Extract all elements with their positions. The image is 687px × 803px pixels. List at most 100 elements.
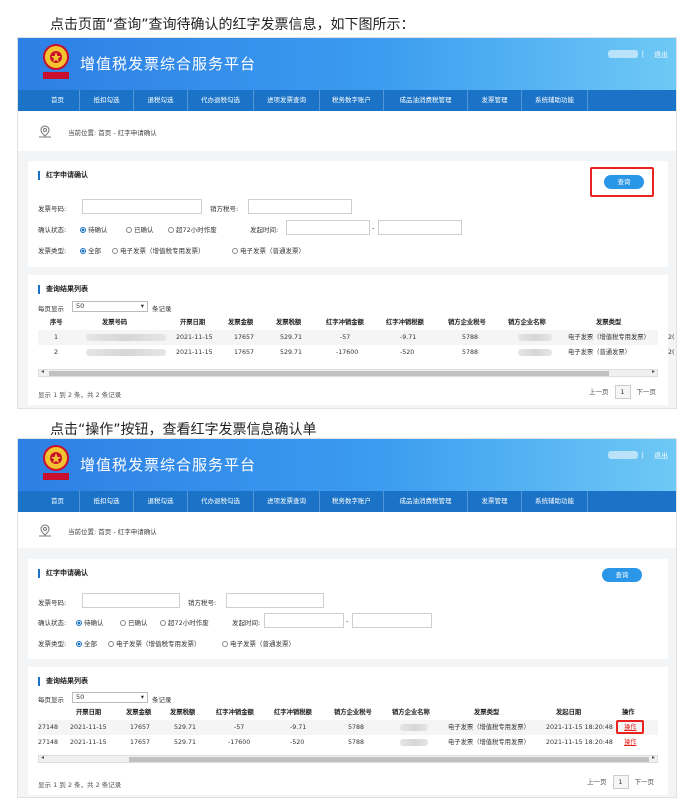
user-name-blur [607, 451, 638, 459]
status-label: 确认状态: [38, 619, 67, 627]
nav-item-invoice-mgmt[interactable]: 发票管理 [468, 491, 522, 512]
prev-page-button[interactable]: 上一页 [589, 388, 609, 396]
col-header: 开票日期 [180, 319, 206, 326]
status-option-pending[interactable]: 待确认 [76, 617, 104, 627]
status-option-expired-label: 超72小时作废 [176, 226, 217, 234]
type-option-special[interactable]: 电子发票（增值税专用发票） [112, 245, 205, 255]
cell-invoice-type: 电子发票（增值税专用发票） [448, 724, 530, 731]
col-header: 发起日期 [556, 709, 582, 716]
col-header: 发票税额 [170, 709, 196, 716]
cell-invoice-no-tail: 27148 [38, 739, 59, 746]
page-size-select[interactable]: 50 ▾ [72, 301, 148, 312]
nav-item-digital-account[interactable]: 税务数字账户 [320, 491, 384, 512]
operate-link[interactable]: 操作 [624, 735, 637, 750]
type-option-all[interactable]: 全部 [80, 245, 101, 255]
logout-link[interactable]: 退出 [654, 451, 668, 461]
col-header: 操作 [622, 709, 635, 716]
status-label: 确认状态: [38, 226, 67, 234]
start-date-from[interactable] [286, 220, 370, 235]
nav-item-agent-refund[interactable]: 代办退税勾选 [188, 90, 254, 111]
start-date-from[interactable] [264, 613, 344, 628]
status-option-pending[interactable]: 待确认 [80, 224, 108, 234]
type-option-normal[interactable]: 电子发票（普通发票） [222, 638, 295, 648]
breadcrumb: 当前位置: 首页 - 红字申请确认 [18, 512, 676, 548]
status-option-confirmed-label: 已确认 [128, 619, 148, 627]
prev-page-button[interactable]: 上一页 [587, 778, 607, 786]
col-header: 销方企业名称 [392, 709, 430, 716]
results-panel: 查询结果列表 每页显示 50 ▾ 条记录 序号 发票号码 开票日期 发票金额 发票… [28, 275, 674, 405]
status-option-confirmed-label: 已确认 [134, 226, 154, 234]
nav-item-system-aux[interactable]: 系统辅助功能 [522, 491, 588, 512]
invoice-no-input[interactable] [82, 199, 202, 214]
next-page-button[interactable]: 下一页 [637, 388, 657, 396]
results-panel: 查询结果列表 每页显示 50 ▾ 条记录 开票日期 发票金额 发票税额 红字冲销金… [28, 667, 668, 795]
type-option-normal-label: 电子发票（普通发票） [230, 640, 295, 648]
start-date-to[interactable] [352, 613, 432, 628]
status-option-confirmed[interactable]: 已确认 [120, 617, 148, 627]
scrollbar-thumb[interactable] [129, 757, 649, 762]
page-size-value: 50 [76, 302, 85, 310]
cell-overflow: 2( [668, 349, 675, 356]
status-option-expired[interactable]: 超72小时作废 [160, 617, 209, 627]
type-option-special[interactable]: 电子发票（增值税专用发票） [108, 638, 201, 648]
invoice-no-label: 发票号码: [38, 599, 67, 607]
horizontal-scrollbar[interactable]: ◂ ▸ [38, 368, 658, 377]
status-option-pending-label: 待确认 [84, 619, 104, 627]
nav-item-agent-refund[interactable]: 代办退税勾选 [188, 491, 254, 512]
site-title: 增值税发票综合服务平台 [80, 456, 257, 474]
breadcrumb-text: 当前位置: 首页 - 红字申请确认 [68, 526, 157, 536]
next-page-button[interactable]: 下一页 [635, 778, 655, 786]
page-number-button[interactable]: 1 [614, 385, 631, 399]
chevron-down-icon: ▾ [140, 302, 144, 310]
nav-item-refund[interactable]: 退税勾选 [134, 90, 188, 111]
horizontal-scrollbar[interactable]: ◂ ▸ [38, 754, 658, 763]
col-header: 销方企业税号 [334, 709, 372, 716]
nav-item-home[interactable]: 首页 [36, 491, 80, 512]
query-button[interactable]: 查询 [602, 568, 642, 582]
status-option-expired[interactable]: 超72小时作废 [168, 224, 217, 234]
type-option-normal[interactable]: 电子发票（普通发票） [232, 245, 305, 255]
col-header: 发票金额 [126, 709, 152, 716]
start-date-to[interactable] [378, 220, 462, 235]
cell-date: 2021-11-15 [176, 334, 213, 341]
nav-item-home[interactable]: 首页 [36, 90, 80, 111]
seller-tax-input[interactable] [226, 593, 324, 608]
col-header: 红字冲销税额 [274, 709, 312, 716]
nav-item-system-aux[interactable]: 系统辅助功能 [522, 90, 588, 111]
scroll-left-icon[interactable]: ◂ [41, 368, 44, 375]
type-option-all[interactable]: 全部 [76, 638, 97, 648]
seller-tax-input[interactable] [248, 199, 352, 214]
radio-icon [120, 620, 126, 626]
page-number-button[interactable]: 1 [612, 775, 629, 789]
nav-item-digital-account[interactable]: 税务数字账户 [320, 90, 384, 111]
nav-item-deduction[interactable]: 抵扣勾选 [80, 491, 134, 512]
nav-item-oil-tax[interactable]: 成品油消费税管理 [384, 90, 468, 111]
nav-item-oil-tax[interactable]: 成品油消费税管理 [384, 491, 468, 512]
nav-item-input-query[interactable]: 进项发票查询 [254, 491, 320, 512]
scroll-left-icon[interactable]: ◂ [41, 754, 44, 761]
nav-item-refund[interactable]: 退税勾选 [134, 491, 188, 512]
table-row: 1 2021-11-15 17657 529.71 -57 -9.71 5788… [38, 330, 674, 345]
col-header: 红字冲销金额 [326, 319, 364, 326]
scrollbar-thumb[interactable] [49, 371, 609, 376]
page-size-select[interactable]: 50 ▾ [72, 692, 148, 703]
page-size-suffix: 条记录 [152, 696, 172, 704]
status-option-expired-label: 超72小时作废 [168, 619, 209, 627]
location-pin-icon [38, 523, 52, 537]
scroll-right-icon[interactable]: ▸ [652, 368, 655, 375]
nav-item-deduction[interactable]: 抵扣勾选 [80, 90, 134, 111]
range-separator: - [346, 617, 349, 625]
nav-item-invoice-mgmt[interactable]: 发票管理 [468, 90, 522, 111]
invoice-no-input[interactable] [82, 593, 180, 608]
cell-overflow: 2( [668, 334, 675, 341]
cell-red-tax: -9.71 [290, 724, 307, 731]
breadcrumb-path: 首页 - 红字申请确认 [98, 528, 157, 536]
scroll-right-icon[interactable]: ▸ [652, 754, 655, 761]
results-title: 查询结果列表 [38, 285, 88, 294]
nav-item-input-query[interactable]: 进项发票查询 [254, 90, 320, 111]
logout-link[interactable]: 退出 [654, 50, 668, 60]
site-header: 增值税发票综合服务平台 | 退出 [18, 439, 676, 491]
status-option-confirmed[interactable]: 已确认 [126, 224, 154, 234]
seller-name-blur [518, 349, 552, 356]
cell-seller-tax: 5788 [462, 334, 479, 341]
